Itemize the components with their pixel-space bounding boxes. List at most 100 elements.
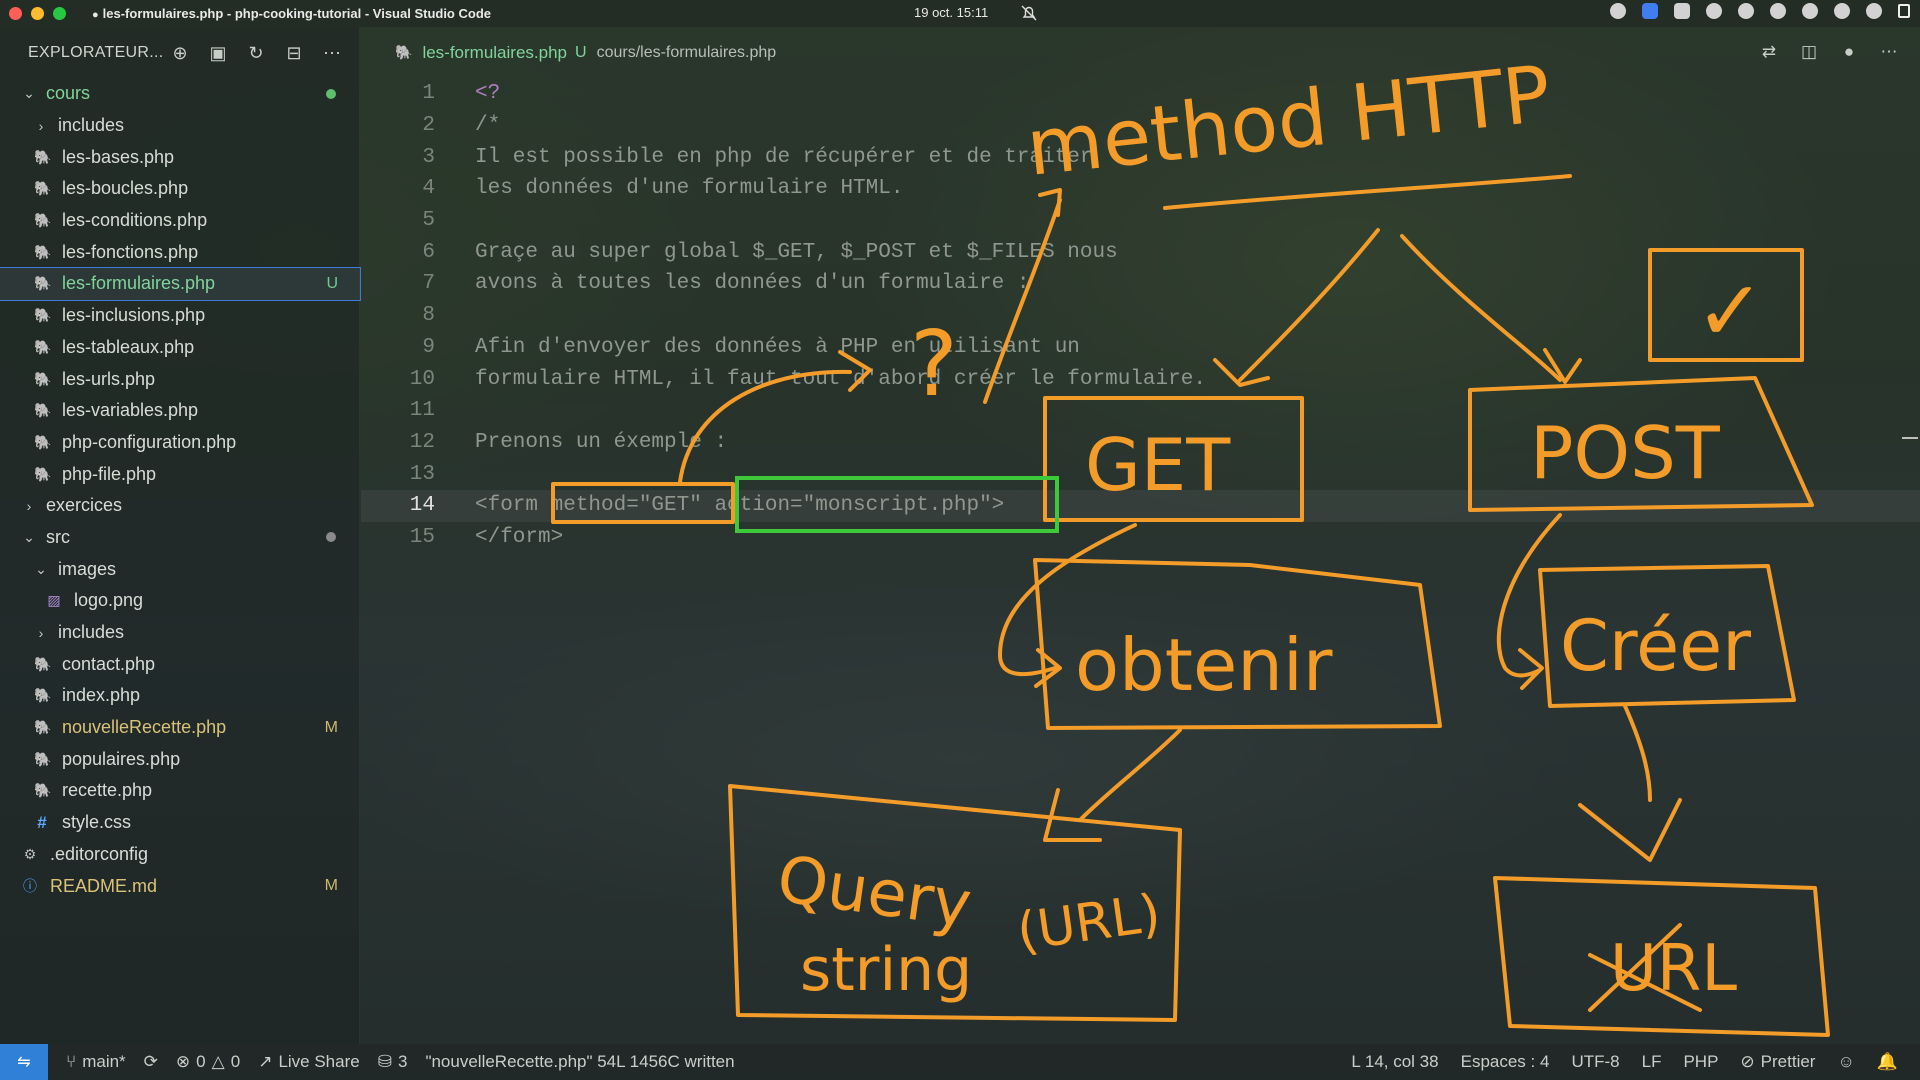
code-line[interactable]: 11 xyxy=(361,395,1920,427)
tree-item-images[interactable]: ⌄ images xyxy=(0,553,360,585)
code-line[interactable]: 7 avons à toutes les données d'un formula… xyxy=(361,268,1920,300)
code-line[interactable]: 15 </form> xyxy=(361,522,1920,554)
code-line[interactable]: 12 Prenons un éxemple : xyxy=(361,427,1920,459)
tree-item-cours[interactable]: ⌄ cours xyxy=(0,78,360,110)
notifications-icon[interactable]: 🔔 xyxy=(1877,1052,1898,1072)
close-window-button[interactable] xyxy=(9,7,22,20)
end-of-line[interactable]: LF xyxy=(1642,1052,1662,1072)
tree-item-includes[interactable]: › includes xyxy=(0,110,360,142)
wifi-icon[interactable] xyxy=(1770,3,1786,19)
tree-item-style-css[interactable]: # style.css xyxy=(0,807,360,839)
zoom-window-button[interactable] xyxy=(53,7,66,20)
code-line[interactable]: 14 <form method="GET" action="monscript.p… xyxy=(361,489,1920,522)
microphone-icon[interactable] xyxy=(1866,3,1882,19)
battery-icon[interactable] xyxy=(1898,4,1910,18)
bluetooth-icon[interactable] xyxy=(1802,3,1818,19)
problems-indicator[interactable]: ⊗ 0 △ 0 xyxy=(176,1052,240,1072)
php-file-icon: 🐘 xyxy=(34,275,52,292)
tree-item-les-inclusions-php[interactable]: 🐘 les-inclusions.php xyxy=(0,300,360,332)
live-share-button[interactable]: ↗ Live Share xyxy=(258,1052,360,1072)
indentation[interactable]: Espaces : 4 xyxy=(1461,1052,1550,1072)
branch-icon: ⑂ xyxy=(66,1052,77,1071)
tree-item-label: les-urls.php xyxy=(62,368,156,389)
code-line[interactable]: 2 /* xyxy=(361,110,1920,142)
code-editor[interactable]: 1 <? 2 /* 3 Il est possible en php de récupér… xyxy=(361,78,1920,1044)
prettier-status[interactable]: ⊘ Prettier xyxy=(1740,1052,1815,1072)
tree-item-les-conditions-php[interactable]: 🐘 les-conditions.php xyxy=(0,205,360,237)
tree-item-php-configuration-php[interactable]: 🐘 php-configuration.php xyxy=(0,427,360,459)
tree-item-php-file-php[interactable]: 🐘 php-file.php xyxy=(0,458,360,490)
code-line[interactable]: 5 xyxy=(361,205,1920,237)
compare-changes-icon[interactable]: ⇄ xyxy=(1760,43,1778,61)
unsaved-dot-icon[interactable]: ● xyxy=(1840,43,1858,61)
collapse-all-icon[interactable]: ⊟ xyxy=(284,43,304,63)
tree-item--editorconfig[interactable]: ⚙ .editorconfig xyxy=(0,839,360,871)
tree-item-les-variables-php[interactable]: 🐘 les-variables.php xyxy=(0,395,360,427)
breadcrumb[interactable]: cours/les-formulaires.php xyxy=(597,44,777,62)
tree-item-contact-php[interactable]: 🐘 contact.php xyxy=(0,648,360,680)
tab-les-formulaires[interactable]: les-formulaires.php xyxy=(422,43,567,63)
code-line[interactable]: 9 Afin d'envoyer des données à PHP en uti… xyxy=(361,332,1920,364)
php-file-icon: 🐘 xyxy=(34,180,52,197)
tree-item-les-tableaux-php[interactable]: 🐘 les-tableaux.php xyxy=(0,332,360,364)
code-line[interactable]: 3 Il est possible en php de récupérer et … xyxy=(361,141,1920,173)
tree-item-les-formulaires-php[interactable]: 🐘 les-formulaires.php U xyxy=(0,267,361,301)
remote-indicator-icon[interactable]: ⇋ xyxy=(0,1044,48,1080)
error-count: 0 xyxy=(196,1052,206,1071)
image-file-icon: ▨ xyxy=(47,592,61,609)
code-line[interactable]: 8 xyxy=(361,300,1920,332)
feedback-icon[interactable]: ☺ xyxy=(1837,1052,1854,1072)
tree-item-les-urls-php[interactable]: 🐘 les-urls.php xyxy=(0,363,360,395)
code-line[interactable]: 4 les données d'une formulaire HTML. xyxy=(361,173,1920,205)
tree-item-includes[interactable]: › includes xyxy=(0,617,360,649)
language-mode[interactable]: PHP xyxy=(1683,1052,1718,1072)
volume-icon[interactable] xyxy=(1834,3,1850,19)
tree-item-recette-php[interactable]: 🐘 recette.php xyxy=(0,775,360,807)
tree-item-les-boucles-php[interactable]: 🐘 les-boucles.php xyxy=(0,173,360,205)
line-number: 14 xyxy=(409,494,435,518)
status-icon[interactable] xyxy=(1610,3,1626,19)
line-number: 1 xyxy=(422,82,435,106)
app-icon[interactable] xyxy=(1642,3,1658,19)
chevron-right-icon: › xyxy=(26,497,32,514)
tree-item-label: style.css xyxy=(62,812,132,833)
checkmark-icon[interactable] xyxy=(1706,3,1722,19)
tree-item-index-php[interactable]: 🐘 index.php xyxy=(0,680,360,712)
sync-icon[interactable]: ⟳ xyxy=(144,1052,158,1072)
code-line[interactable]: 1 <? xyxy=(361,78,1920,110)
chevron-down-icon: ⌄ xyxy=(23,85,35,102)
encoding[interactable]: UTF-8 xyxy=(1571,1052,1619,1072)
split-editor-icon[interactable]: ◫ xyxy=(1800,43,1818,61)
new-file-icon[interactable]: ⊕ xyxy=(170,43,190,63)
tree-item-label: cours xyxy=(46,83,91,104)
new-folder-icon[interactable]: ▣ xyxy=(208,43,228,63)
tree-item-label: les-formulaires.php xyxy=(62,273,216,294)
refresh-icon[interactable]: ↻ xyxy=(246,43,266,63)
tree-item-exercices[interactable]: › exercices xyxy=(0,490,360,522)
tree-item-les-bases-php[interactable]: 🐘 les-bases.php xyxy=(0,141,360,173)
more-actions-icon[interactable]: ⋯ xyxy=(322,43,342,63)
code-line[interactable]: 13 xyxy=(361,458,1920,490)
php-file-icon: 🐘 xyxy=(34,307,52,324)
git-branch[interactable]: ⑂ main* xyxy=(66,1052,126,1072)
database-indicator[interactable]: ⛁ 3 xyxy=(378,1052,408,1072)
tree-item-nouvellerecette-php[interactable]: 🐘 nouvelleRecette.php M xyxy=(0,712,360,744)
more-actions-icon[interactable]: ⋯ xyxy=(1880,43,1898,61)
tree-item-label: logo.png xyxy=(74,590,144,611)
notifications-off-icon[interactable] xyxy=(1020,4,1038,22)
minimize-window-button[interactable] xyxy=(31,7,44,20)
cursor-position[interactable]: L 14, col 38 xyxy=(1351,1052,1438,1072)
tree-item-readme-md[interactable]: ⓘ README.md M xyxy=(0,870,360,902)
line-content: Graçe au super global $_GET, $_POST et $… xyxy=(475,240,1118,264)
tree-item-les-fonctions-php[interactable]: 🐘 les-fonctions.php xyxy=(0,236,360,268)
code-line[interactable]: 10 formulaire HTML, il faut tout d'abord … xyxy=(361,363,1920,395)
code-line[interactable]: 6 Graçe au super global $_GET, $_POST et … xyxy=(361,236,1920,268)
tree-item-label: src xyxy=(46,526,70,547)
bar-chart-icon[interactable] xyxy=(1674,3,1690,19)
tree-item-populaires-php[interactable]: 🐘 populaires.php xyxy=(0,743,360,775)
tree-item-logo-png[interactable]: ▨ logo.png xyxy=(0,585,360,617)
tree-item-label: les-variables.php xyxy=(62,400,199,421)
line-number: 3 xyxy=(422,145,435,169)
tree-item-src[interactable]: ⌄ src xyxy=(0,522,360,554)
play-icon[interactable] xyxy=(1738,3,1754,19)
